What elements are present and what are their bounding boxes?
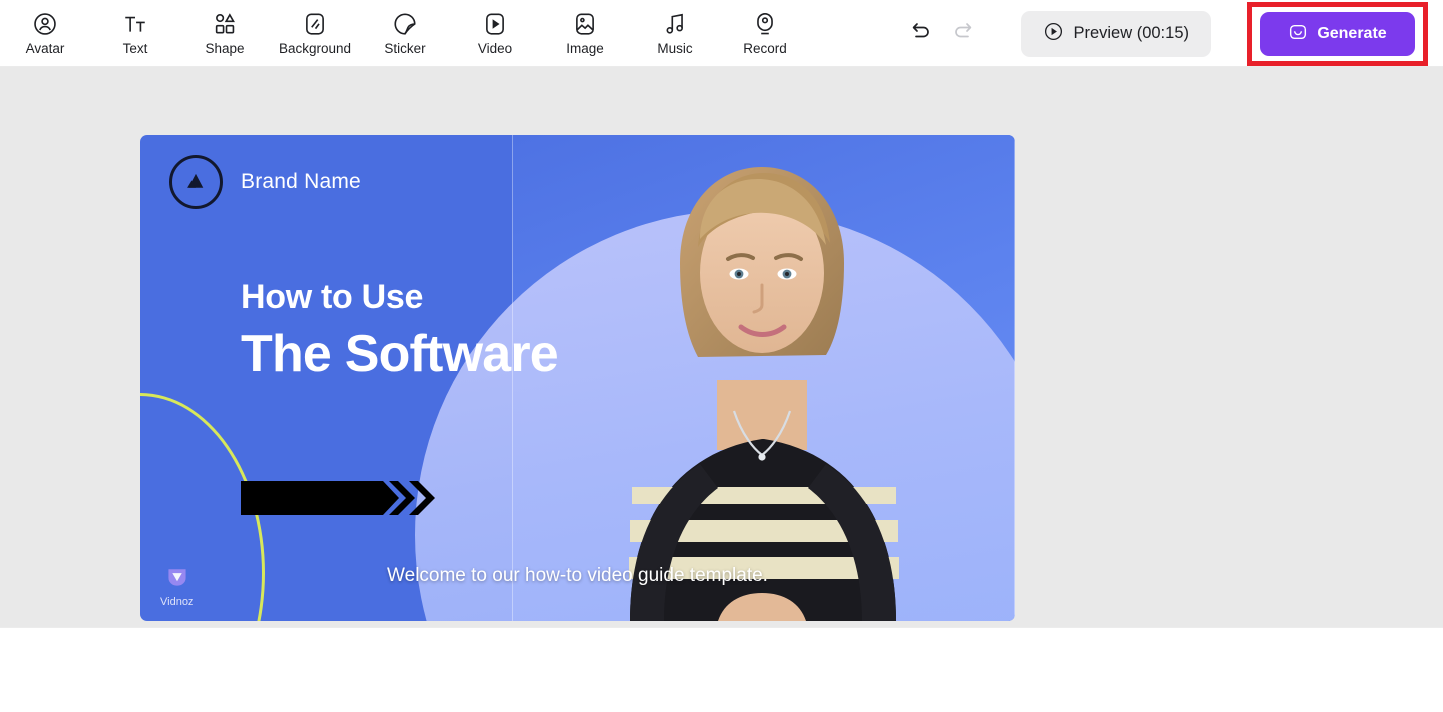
music-icon [662,11,688,37]
generate-highlight-box: Generate [1247,2,1428,66]
avatar-element[interactable] [512,135,1015,621]
generate-button[interactable]: Generate [1260,12,1415,56]
mountain-logo-icon [169,155,223,209]
tool-shape-label: Shape [205,41,245,57]
tool-avatar[interactable]: Avatar [0,3,90,65]
video-canvas[interactable]: Brand Name How to Use The Software Welco… [140,135,1015,621]
image-icon [572,11,598,37]
tool-record[interactable]: Record [720,3,810,65]
shape-icon [212,11,238,37]
tool-sticker[interactable]: Sticker [360,3,450,65]
background-icon [302,11,328,37]
tool-image-label: Image [566,41,604,57]
vidnoz-label: Vidnoz [160,596,194,608]
bottom-bar: Upload Voice No Speech [0,627,1443,712]
play-circle-icon [1043,21,1064,47]
vidnoz-logo-icon [165,565,189,594]
headline-large[interactable]: The Software [241,324,559,384]
selection-guide-right [1014,135,1015,621]
tool-image[interactable]: Image [540,3,630,65]
headline-small[interactable]: How to Use [241,278,423,317]
undo-button[interactable] [903,17,937,51]
tool-background-label: Background [278,41,352,57]
avatar-icon [32,11,58,37]
video-icon [482,11,508,37]
tool-background[interactable]: Background [270,3,360,65]
record-icon [752,11,778,37]
preview-button[interactable]: Preview (00:15) [1021,10,1211,57]
avatar-person-image [629,167,899,621]
tool-avatar-label: Avatar [25,41,65,57]
tool-music[interactable]: Music [630,3,720,65]
text-icon [122,11,148,37]
tool-shape[interactable]: Shape [180,3,270,65]
tool-music-label: Music [657,41,693,57]
subtitle-text[interactable]: Welcome to our how-to video guide templa… [140,565,1015,587]
preview-label: Preview (00:15) [1073,24,1189,42]
brand-name-text: Brand Name [241,170,361,193]
tool-text-label: Text [122,41,148,57]
insert-tools: Avatar Text Shape Background Sticker Vid… [0,0,810,67]
vidnoz-watermark: Vidnoz [160,565,193,608]
video-editor-app: Avatar Text Shape Background Sticker Vid… [0,0,1443,712]
redo-button[interactable] [947,17,981,51]
brand-block[interactable]: Brand Name [169,155,361,209]
generate-icon [1288,22,1308,47]
tool-sticker-label: Sticker [384,41,426,57]
arrow-graphic[interactable] [241,477,441,519]
tool-record-label: Record [743,41,787,57]
tool-text[interactable]: Text [90,3,180,65]
undo-icon [908,19,932,48]
generate-label: Generate [1317,25,1387,42]
sticker-icon [392,11,418,37]
canvas-stage: Brand Name How to Use The Software Welco… [0,67,1443,627]
redo-icon [952,19,976,48]
tool-video-label: Video [477,41,513,57]
tool-video[interactable]: Video [450,3,540,65]
top-toolbar: Avatar Text Shape Background Sticker Vid… [0,0,1443,67]
